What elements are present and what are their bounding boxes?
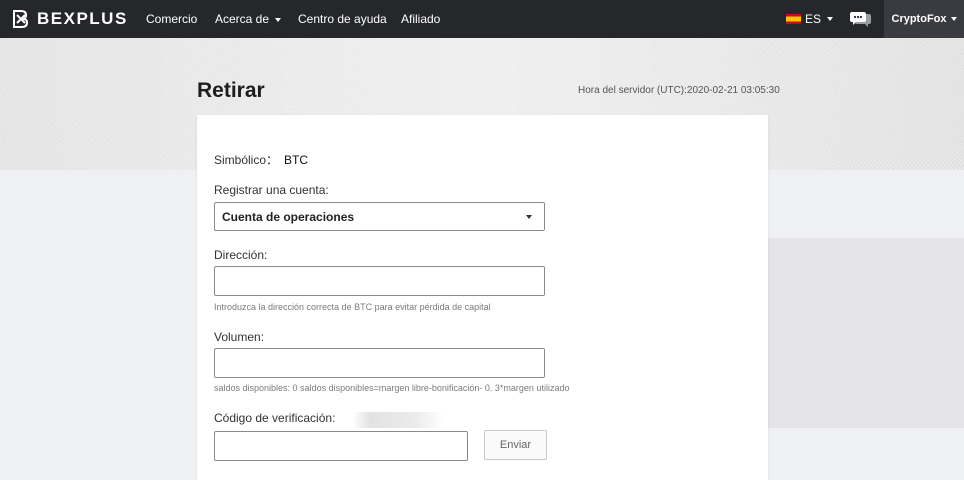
side-panel (748, 238, 964, 428)
account-select[interactable]: Cuenta de operaciones (214, 202, 545, 231)
address-hint: Introduzca la dirección correcta de BTC … (214, 302, 491, 312)
chat-button[interactable] (840, 0, 882, 38)
chevron-down-icon (275, 17, 282, 22)
volume-label: Volumen: (214, 330, 265, 344)
symbol-label: Simbólico： (214, 153, 279, 167)
account-selected-value: Cuenta de operaciones (222, 210, 355, 224)
chevron-down-icon (526, 215, 532, 219)
balance-hint: saldos disponibles: 0 saldos disponibles… (214, 383, 570, 393)
withdraw-card (197, 115, 768, 480)
symbol-value: BTC (284, 153, 309, 167)
user-menu[interactable]: CryptoFox (884, 0, 964, 38)
verification-code-input[interactable] (214, 431, 468, 461)
spain-flag-icon (786, 14, 801, 24)
brand-logo[interactable]: BEXPLUS (11, 8, 128, 30)
username: CryptoFox (891, 13, 947, 25)
bexplus-logo-icon (13, 10, 29, 28)
redacted-area (352, 412, 444, 428)
nav-item-acerca-de[interactable]: Acerca de (215, 12, 282, 26)
chevron-down-icon (827, 17, 834, 21)
top-navbar: BEXPLUS Comercio Acerca de Centro de ayu… (0, 0, 964, 38)
address-input[interactable] (214, 266, 545, 296)
chat-icon (850, 11, 871, 27)
address-label: Dirección: (214, 248, 268, 262)
verification-code-label: Código de verificación: (214, 411, 336, 425)
send-code-button[interactable]: Enviar (484, 430, 547, 460)
symbol-row: Simbólico： BTC (214, 151, 308, 168)
language-code: ES (805, 12, 822, 26)
nav-item-comercio[interactable]: Comercio (146, 12, 197, 26)
nav-item-centro-de-ayuda[interactable]: Centro de ayuda (298, 12, 387, 26)
page-title: Retirar (197, 79, 265, 102)
nav-item-afiliado[interactable]: Afiliado (401, 12, 440, 26)
nav-item-label: Acerca de (215, 12, 270, 26)
chevron-down-icon (950, 17, 957, 21)
server-time: Hora del servidor (UTC):2020-02-21 03:05… (578, 85, 780, 96)
brand-name: BEXPLUS (37, 9, 128, 28)
language-selector[interactable]: ES (786, 12, 834, 26)
account-label: Registrar una cuenta: (214, 183, 329, 197)
volume-input[interactable] (214, 348, 545, 378)
